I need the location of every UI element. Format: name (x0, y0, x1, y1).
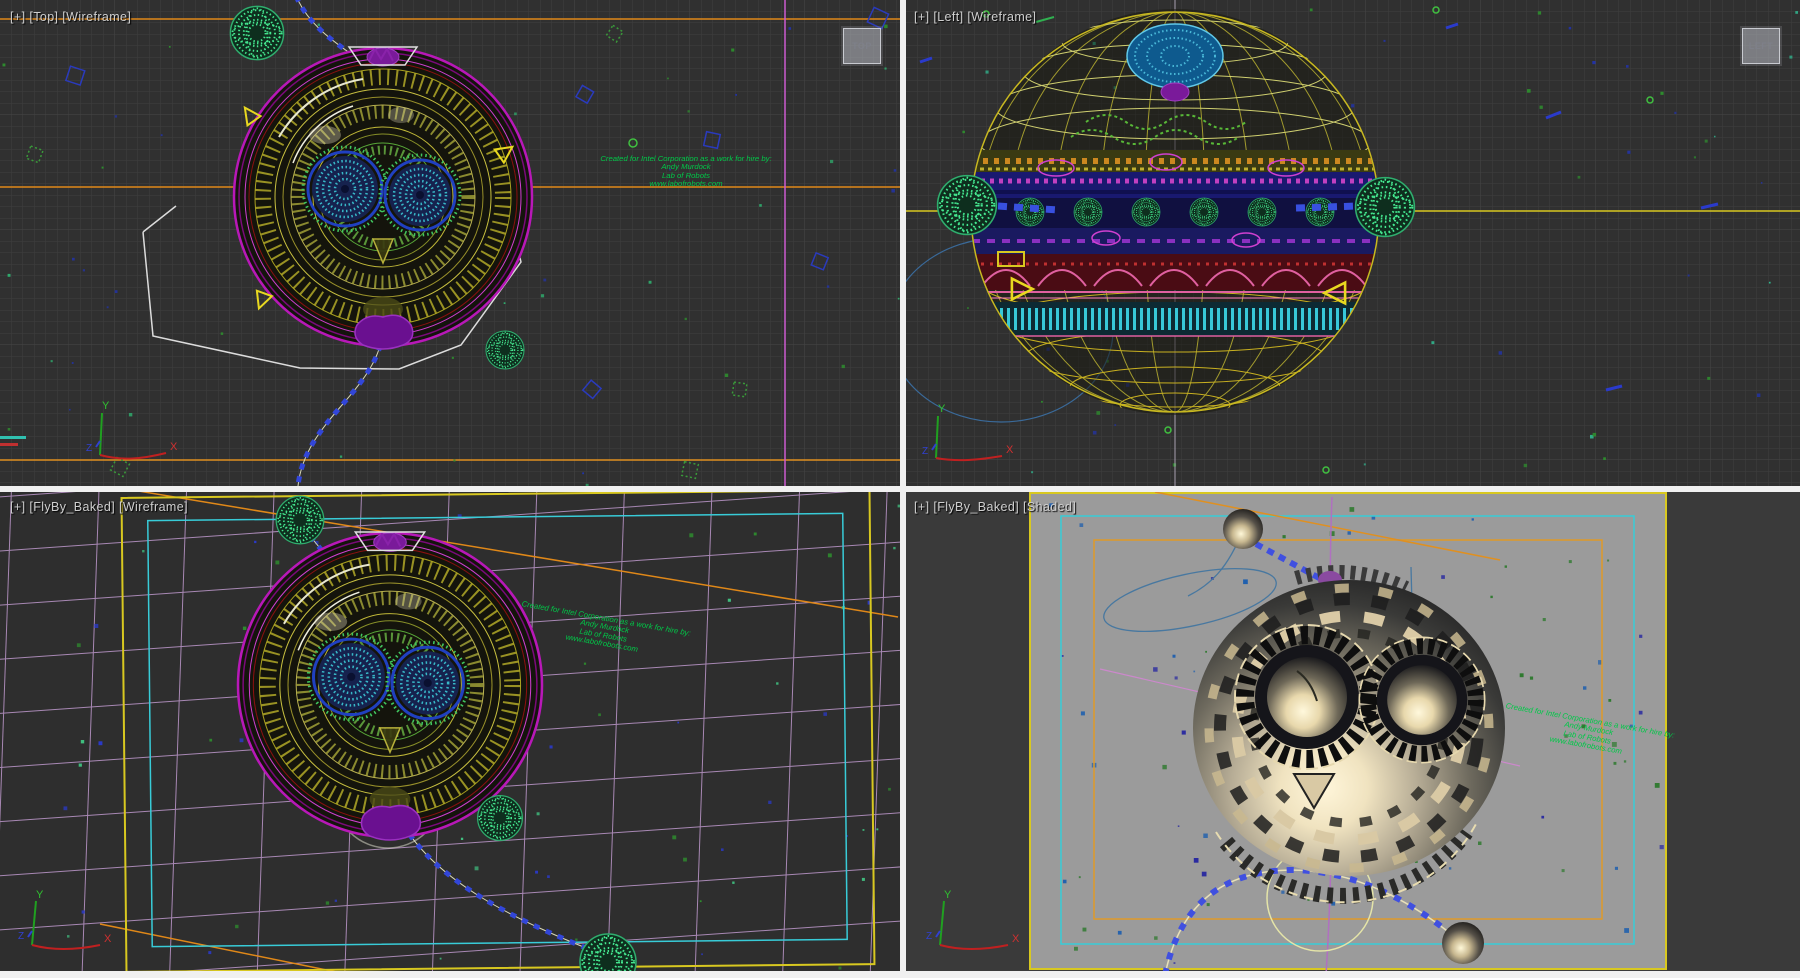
svg-text:X: X (1006, 444, 1014, 456)
green-sphere-top[interactable] (230, 6, 283, 59)
credit-text-top: Created for Intel Corporation as a work … (591, 154, 781, 188)
svg-text:Y: Y (938, 403, 946, 415)
viewport-label-left[interactable]: [+] [Left] [Wireframe] (914, 10, 1036, 24)
viewport-left-canvas[interactable] (906, 0, 1800, 486)
viewport-label-flyby-shaded[interactable]: [+] [FlyBy_Baked] [Shaded] (914, 500, 1076, 514)
owl-model-left-wireframe[interactable] (971, 9, 1379, 417)
axis-tripod: Y X Z (922, 887, 1042, 957)
svg-text:X: X (1012, 933, 1020, 945)
viewcube-left[interactable]: LEFT (1742, 28, 1780, 64)
svg-text:Z: Z (86, 443, 92, 454)
green-sphere-right[interactable] (1356, 178, 1415, 237)
green-sphere-mid[interactable] (478, 796, 523, 841)
green-sphere-top[interactable] (276, 496, 324, 544)
viewport-left[interactable]: [+] [Left] [Wireframe] LEFT Y X Z (906, 0, 1800, 486)
viewport-flyby-wire-canvas[interactable] (0, 492, 900, 971)
viewcube-top-label: TOP (852, 41, 872, 51)
svg-text:Y: Y (102, 400, 110, 412)
owl-model-flyby-wireframe[interactable] (238, 532, 542, 840)
svg-text:Z: Z (926, 931, 932, 942)
viewport-flyby-shaded[interactable]: [+] [FlyBy_Baked] [Shaded] Created for I… (906, 492, 1800, 971)
small-sphere-top[interactable] (1223, 509, 1263, 549)
axis-tripod: Y X Z (14, 887, 134, 957)
svg-text:Y: Y (36, 889, 44, 901)
viewport-layout: [+] [Top] [Wireframe] TOP Created for In… (0, 0, 1800, 978)
viewport-flyby-wireframe[interactable]: [+] [FlyBy_Baked] [Wireframe] Created fo… (0, 492, 900, 971)
viewcube-top[interactable]: TOP (843, 28, 881, 64)
svg-text:Y: Y (944, 889, 952, 901)
green-sphere-left[interactable] (938, 176, 997, 235)
svg-text:X: X (170, 441, 178, 453)
axis-tripod: Y X Z (82, 397, 202, 467)
small-sphere-bottom[interactable] (1442, 922, 1484, 964)
axis-tripod: Y X Z (918, 400, 1038, 470)
viewport-label-flyby-wire[interactable]: [+] [FlyBy_Baked] [Wireframe] (10, 500, 188, 514)
svg-text:Z: Z (18, 931, 24, 942)
viewcube-left-label: LEFT (1749, 41, 1774, 51)
svg-text:X: X (104, 933, 112, 945)
svg-text:Z: Z (922, 446, 928, 457)
viewport-label-top[interactable]: [+] [Top] [Wireframe] (10, 10, 131, 24)
green-sphere-bottom[interactable] (486, 331, 524, 369)
viewport-top[interactable]: [+] [Top] [Wireframe] TOP Created for In… (0, 0, 900, 486)
owl-model-top-wireframe[interactable] (234, 47, 532, 349)
